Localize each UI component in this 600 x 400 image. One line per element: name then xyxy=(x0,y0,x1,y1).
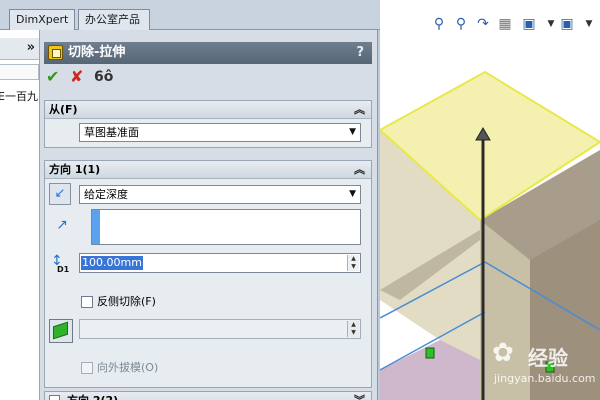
sketch-handle-left xyxy=(425,347,435,359)
view-orientation-icon[interactable]: ▣ xyxy=(520,14,538,34)
draft-angle-input[interactable]: ▲ ▼ xyxy=(79,319,361,339)
pm-title-text: 切除-拉伸 xyxy=(68,45,126,60)
selection-focus-strip xyxy=(92,210,100,244)
previous-view-icon[interactable]: ↷ xyxy=(474,14,492,34)
spin-down-icon[interactable]: ▼ xyxy=(348,329,359,337)
flip-side-label: 反侧切除(F) xyxy=(97,295,156,308)
chevron-down-icon[interactable]: ▼ xyxy=(580,14,598,34)
flip-side-checkbox[interactable] xyxy=(81,296,93,308)
zoom-to-fit-icon[interactable]: ⚲ xyxy=(430,14,448,34)
depth-spinner[interactable]: ▲ ▼ xyxy=(347,255,359,271)
zoom-area-icon[interactable]: ⚲ xyxy=(452,14,470,34)
collapse-icon[interactable]: ︽ xyxy=(354,161,365,179)
section-view-icon[interactable]: ▦ xyxy=(496,14,514,34)
start-condition-select[interactable]: 草图基准面 ▼ xyxy=(79,123,361,142)
collapse-icon[interactable]: ︽ xyxy=(354,101,365,119)
spin-up-icon[interactable]: ▲ xyxy=(348,255,359,263)
cancel-icon[interactable]: ✘ xyxy=(70,68,83,86)
draft-outward-label: 向外拔模(O) xyxy=(97,361,159,374)
depth-label: D1 xyxy=(57,265,70,274)
cut-extrude-icon xyxy=(48,45,63,60)
display-style-icon[interactable]: ▣ xyxy=(558,14,576,34)
depth-value: 100.00mm xyxy=(81,256,143,270)
reverse-direction-button[interactable]: ↙ xyxy=(49,183,71,205)
chevron-down-icon: ▼ xyxy=(349,127,356,137)
feature-tree-panel: » E一百九 xyxy=(0,30,40,400)
draft-face-icon xyxy=(53,321,68,340)
depth-input[interactable]: 100.00mm ▲ ▼ xyxy=(79,253,361,273)
group-from-header[interactable]: 从(F) ︽ xyxy=(45,101,371,119)
group-from: 从(F) ︽ 草图基准面 ▼ xyxy=(44,100,372,148)
baidu-jingyan-watermark: ✿ 经验 jingyan.baidu.com xyxy=(492,336,600,396)
group-direction-2: 方向 2(2) ︾ xyxy=(44,391,372,400)
spin-down-icon[interactable]: ▼ xyxy=(348,263,359,271)
group-direction-2-header[interactable]: 方向 2(2) ︾ xyxy=(45,392,371,400)
flip-side-to-cut-option[interactable]: 反侧切除(F) xyxy=(81,295,201,311)
paw-logo-icon: ✿ xyxy=(492,338,514,368)
draft-outward-checkbox[interactable] xyxy=(81,362,93,374)
group-direction-1: 方向 1(1) ︽ ↙ 给定深度 ▼ ↗ ↕ D1 100.00mm ▲ ▼ 反… xyxy=(44,160,372,388)
depth-dimension-icon: ↕ D1 xyxy=(51,253,70,274)
help-icon[interactable]: ? xyxy=(356,42,364,64)
direction-2-checkbox[interactable] xyxy=(49,395,60,400)
watermark-url: jingyan.baidu.com xyxy=(494,372,596,385)
end-condition-value: 给定深度 xyxy=(84,188,128,201)
pm-action-bar: ✔ ✘ 6ô xyxy=(44,67,124,89)
chevron-down-icon: ▼ xyxy=(349,189,356,199)
tab-office-products[interactable]: 办公室产品 xyxy=(78,9,150,30)
detailed-preview-icon[interactable]: 6ô xyxy=(94,68,113,86)
draft-spinner[interactable]: ▲ ▼ xyxy=(347,321,359,337)
draft-toggle-button[interactable] xyxy=(49,319,73,343)
feature-tree-filter[interactable] xyxy=(0,64,39,80)
top-tab-strip: DimXpert 办公室产品 xyxy=(0,0,380,30)
expand-icon[interactable]: ︾ xyxy=(354,392,365,400)
draft-outward-option[interactable]: 向外拔模(O) xyxy=(81,361,201,377)
expand-panel-icon[interactable]: » xyxy=(27,40,35,55)
start-condition-value: 草图基准面 xyxy=(84,126,139,139)
group-direction-1-label: 方向 1(1) xyxy=(49,163,101,176)
end-condition-select[interactable]: 给定深度 ▼ xyxy=(79,185,361,204)
feature-tree-header: » xyxy=(0,38,39,60)
feature-tree-item[interactable]: E一百九 xyxy=(0,88,38,104)
group-from-label: 从(F) xyxy=(49,103,78,116)
direction-vector-icon: ↗ xyxy=(56,217,68,233)
pm-title-bar: 切除-拉伸 ? xyxy=(44,42,372,64)
group-direction-1-header[interactable]: 方向 1(1) ︽ xyxy=(45,161,371,179)
group-direction-2-label: 方向 2(2) xyxy=(67,392,118,400)
reverse-direction-icon: ↙ xyxy=(54,186,66,201)
graphics-area[interactable]: ⚲ ⚲ ↷ ▦ ▣ ▼ ▣ ▼ ✿ 经验 jingyan.baidu.com xyxy=(380,0,600,400)
heads-up-view-toolbar: ⚲ ⚲ ↷ ▦ ▣ ▼ ▣ ▼ xyxy=(430,14,600,36)
spin-up-icon[interactable]: ▲ xyxy=(348,321,359,329)
ok-icon[interactable]: ✔ xyxy=(46,68,59,86)
direction-selection-box[interactable] xyxy=(91,209,361,245)
tab-dimxpert[interactable]: DimXpert xyxy=(9,9,75,30)
watermark-title: 经验 xyxy=(528,346,568,370)
property-manager: 切除-拉伸 ? ✔ ✘ 6ô 从(F) ︽ 草图基准面 ▼ 方向 1(1) ︽ … xyxy=(40,30,378,400)
